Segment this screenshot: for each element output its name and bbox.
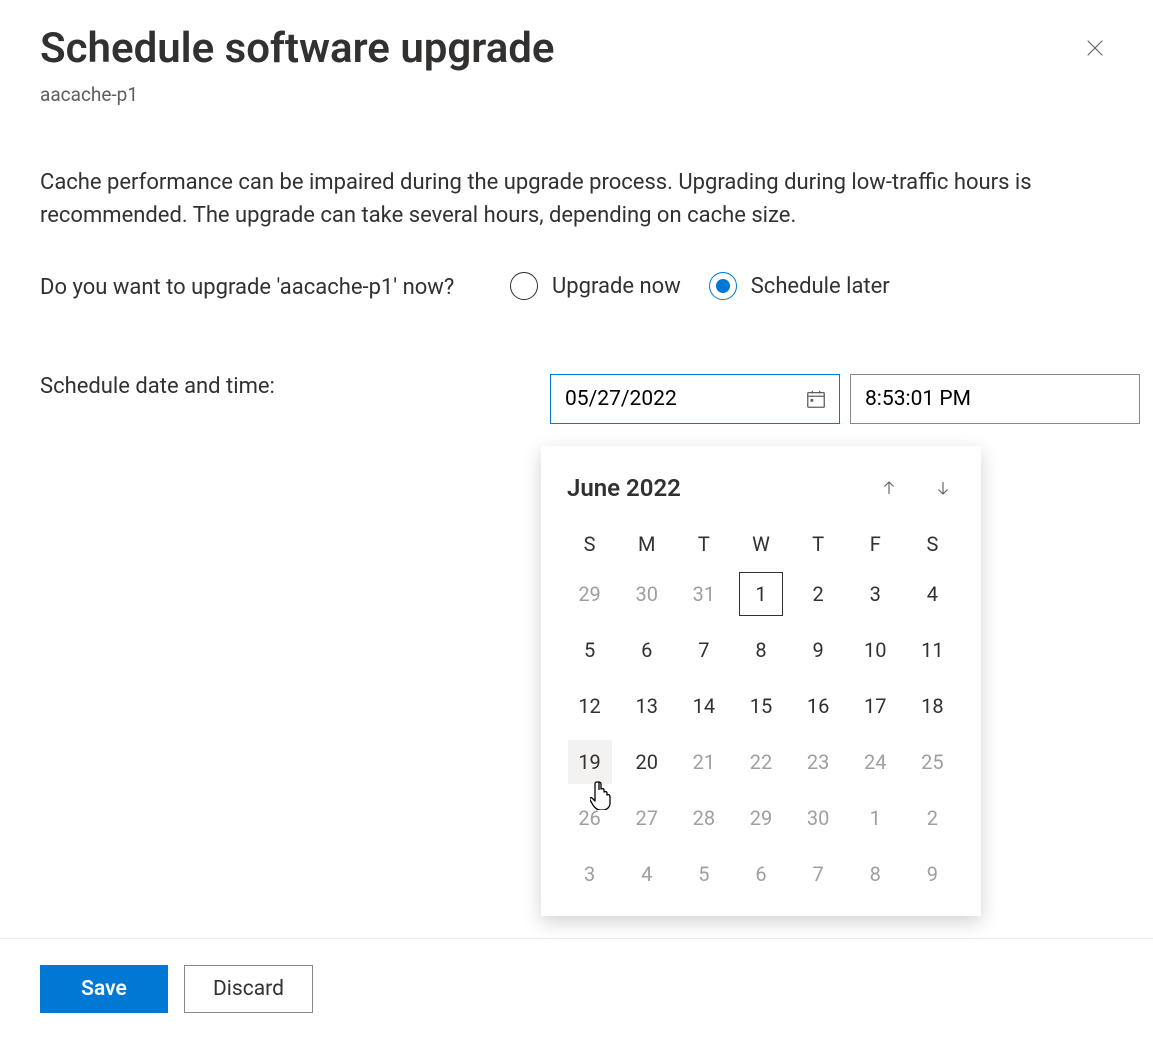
calendar-day[interactable]: 30 — [618, 566, 675, 622]
calendar-day[interactable]: 6 — [618, 622, 675, 678]
calendar-day[interactable]: 8 — [847, 846, 904, 902]
calendar-day[interactable]: 19 — [561, 734, 618, 790]
date-input[interactable] — [565, 387, 825, 411]
calendar-day[interactable]: 5 — [675, 846, 732, 902]
radio-upgrade-now[interactable]: Upgrade now — [510, 272, 681, 300]
time-input-wrapper[interactable] — [850, 374, 1140, 424]
calendar-day[interactable]: 14 — [675, 678, 732, 734]
calendar-day[interactable]: 12 — [561, 678, 618, 734]
save-button[interactable]: Save — [40, 965, 168, 1013]
radio-label-later: Schedule later — [751, 274, 890, 299]
calendar-day[interactable]: 7 — [675, 622, 732, 678]
calendar-day[interactable]: 29 — [732, 790, 789, 846]
schedule-datetime-label: Schedule date and time: — [40, 374, 530, 399]
calendar-day[interactable]: 10 — [847, 622, 904, 678]
resource-name: aacache-p1 — [40, 83, 1113, 106]
calendar-day-header: S — [904, 522, 961, 566]
calendar-day[interactable]: 22 — [732, 734, 789, 790]
calendar-day[interactable]: 17 — [847, 678, 904, 734]
calendar-day[interactable]: 11 — [904, 622, 961, 678]
calendar-day[interactable]: 7 — [790, 846, 847, 902]
upgrade-question-label: Do you want to upgrade 'aacache-p1' now? — [40, 272, 490, 304]
calendar-day[interactable]: 1 — [732, 566, 789, 622]
calendar-day-header: F — [847, 522, 904, 566]
calendar-day[interactable]: 16 — [790, 678, 847, 734]
calendar-day[interactable]: 4 — [904, 566, 961, 622]
calendar-day-header: T — [790, 522, 847, 566]
calendar-day-header: S — [561, 522, 618, 566]
calendar-day[interactable]: 4 — [618, 846, 675, 902]
calendar-day[interactable]: 5 — [561, 622, 618, 678]
calendar-popup: June 2022 SMTWTFS29303112345678910111213… — [541, 446, 981, 916]
calendar-day[interactable]: 13 — [618, 678, 675, 734]
date-input-wrapper[interactable] — [550, 374, 840, 424]
calendar-icon — [805, 388, 827, 410]
radio-schedule-later[interactable]: Schedule later — [709, 272, 890, 300]
calendar-day[interactable]: 6 — [732, 846, 789, 902]
time-input[interactable] — [865, 387, 1125, 411]
close-button[interactable] — [1077, 30, 1113, 66]
radio-label-now: Upgrade now — [552, 274, 681, 299]
calendar-day[interactable]: 26 — [561, 790, 618, 846]
page-title: Schedule software upgrade — [40, 24, 555, 73]
calendar-day[interactable]: 24 — [847, 734, 904, 790]
calendar-day[interactable]: 15 — [732, 678, 789, 734]
discard-button[interactable]: Discard — [184, 965, 313, 1013]
calendar-month-label[interactable]: June 2022 — [567, 474, 681, 502]
calendar-day[interactable]: 23 — [790, 734, 847, 790]
footer-bar: Save Discard — [0, 938, 1153, 1038]
calendar-day[interactable]: 18 — [904, 678, 961, 734]
calendar-day[interactable]: 2 — [790, 566, 847, 622]
close-icon — [1084, 37, 1106, 59]
calendar-day[interactable]: 1 — [847, 790, 904, 846]
calendar-day-header: T — [675, 522, 732, 566]
calendar-day[interactable]: 2 — [904, 790, 961, 846]
calendar-day[interactable]: 27 — [618, 790, 675, 846]
calendar-day[interactable]: 28 — [675, 790, 732, 846]
calendar-day[interactable]: 21 — [675, 734, 732, 790]
calendar-day[interactable]: 3 — [561, 846, 618, 902]
calendar-day[interactable]: 20 — [618, 734, 675, 790]
calendar-day[interactable]: 9 — [790, 622, 847, 678]
calendar-day[interactable]: 8 — [732, 622, 789, 678]
calendar-day[interactable]: 31 — [675, 566, 732, 622]
calendar-day[interactable]: 30 — [790, 790, 847, 846]
calendar-day[interactable]: 25 — [904, 734, 961, 790]
calendar-next-button[interactable] — [931, 476, 955, 500]
calendar-day[interactable]: 3 — [847, 566, 904, 622]
arrow-down-icon — [934, 479, 952, 497]
calendar-day-header: M — [618, 522, 675, 566]
description-text: Cache performance can be impaired during… — [40, 166, 1113, 232]
radio-icon — [510, 272, 538, 300]
radio-icon — [709, 272, 737, 300]
calendar-prev-button[interactable] — [877, 476, 901, 500]
calendar-day[interactable]: 29 — [561, 566, 618, 622]
calendar-day-header: W — [732, 522, 789, 566]
arrow-up-icon — [880, 479, 898, 497]
calendar-day[interactable]: 9 — [904, 846, 961, 902]
